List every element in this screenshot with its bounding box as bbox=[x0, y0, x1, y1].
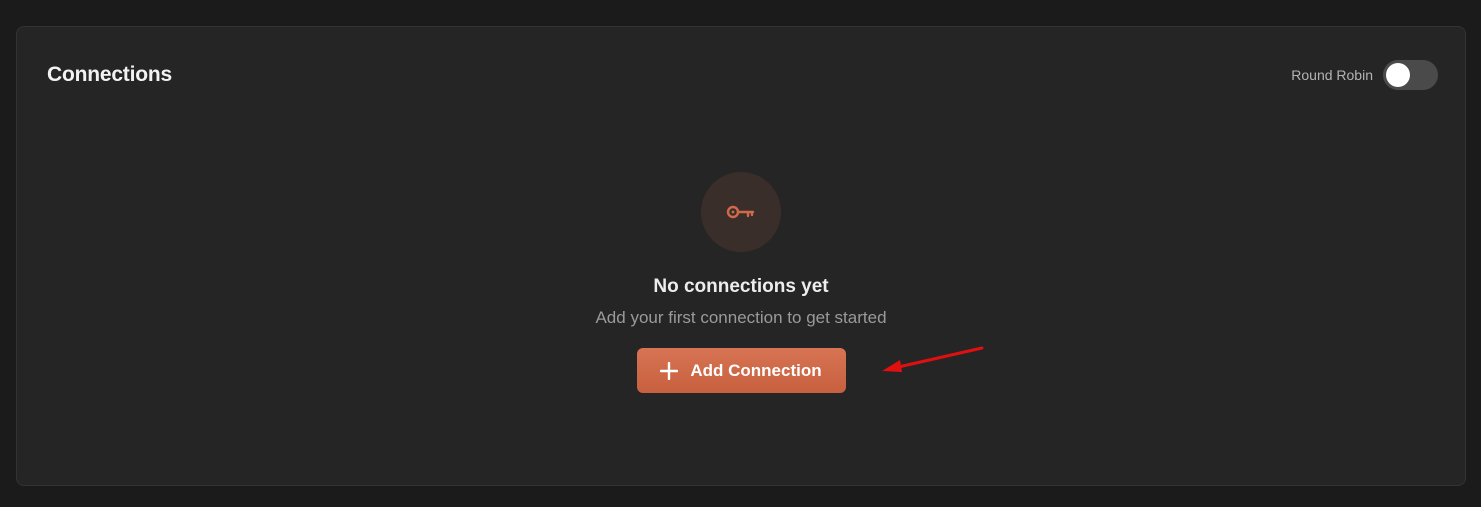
connections-panel: Connections Round Robin No connections y… bbox=[16, 26, 1466, 486]
empty-state-subtitle: Add your first connection to get started bbox=[595, 308, 887, 327]
plus-icon bbox=[660, 361, 679, 380]
key-icon-circle bbox=[701, 172, 781, 252]
add-connection-label: Add Connection bbox=[690, 360, 822, 380]
round-robin-toggle[interactable] bbox=[1383, 60, 1438, 90]
add-connection-button[interactable]: Add Connection bbox=[636, 348, 846, 393]
panel-title: Connections bbox=[47, 63, 172, 86]
empty-state-title: No connections yet bbox=[653, 276, 829, 297]
toggle-knob bbox=[1386, 63, 1410, 87]
empty-state: No connections yet Add your first connec… bbox=[17, 172, 1465, 393]
key-icon bbox=[726, 205, 755, 219]
round-robin-label: Round Robin bbox=[1291, 67, 1373, 83]
red-arrow-icon bbox=[882, 346, 984, 372]
round-robin-control: Round Robin bbox=[1291, 60, 1438, 90]
